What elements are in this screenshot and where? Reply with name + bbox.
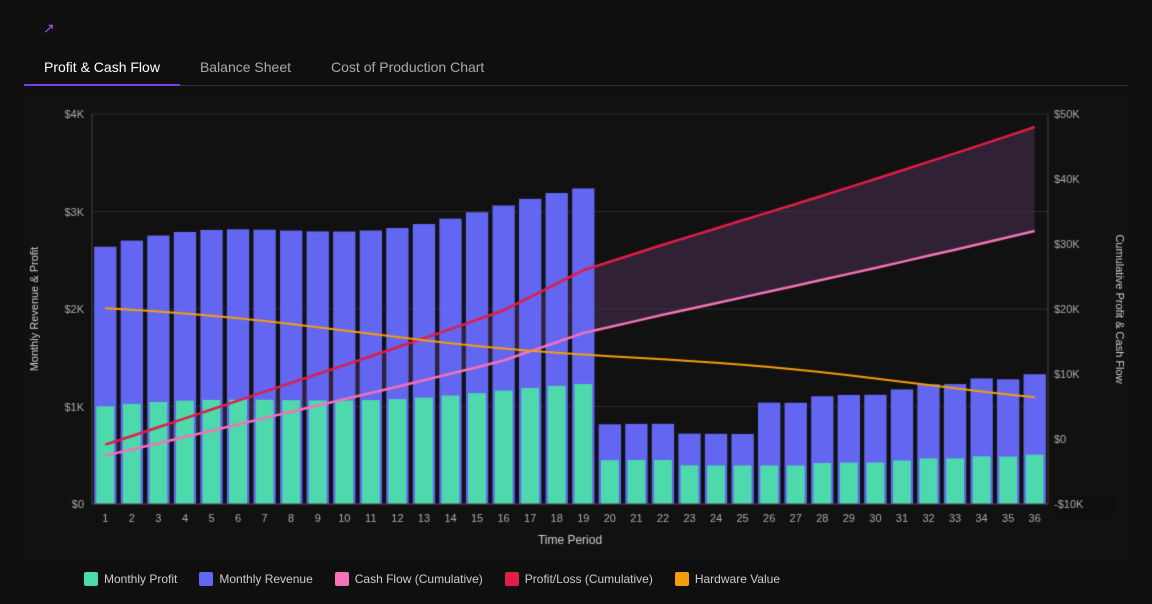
legend-color-monthly-profit bbox=[84, 572, 98, 586]
chart-legend: Monthly Profit Monthly Revenue Cash Flow… bbox=[24, 564, 1128, 594]
share-icon: ↗ bbox=[43, 20, 55, 37]
legend-color-monthly-revenue bbox=[199, 572, 213, 586]
legend-color-cash-flow bbox=[335, 572, 349, 586]
chart-area bbox=[24, 94, 1128, 564]
legend-hardware-value: Hardware Value bbox=[675, 572, 780, 586]
share-button[interactable]: ↗ bbox=[38, 20, 55, 37]
legend-label-profit-loss: Profit/Loss (Cumulative) bbox=[525, 572, 653, 586]
legend-monthly-revenue: Monthly Revenue bbox=[199, 572, 312, 586]
legend-monthly-profit: Monthly Profit bbox=[84, 572, 177, 586]
legend-label-monthly-profit: Monthly Profit bbox=[104, 572, 177, 586]
tab-balance-sheet[interactable]: Balance Sheet bbox=[180, 51, 311, 85]
legend-profit-loss: Profit/Loss (Cumulative) bbox=[505, 572, 653, 586]
page-header: ↗ bbox=[24, 20, 1128, 37]
legend-label-cash-flow: Cash Flow (Cumulative) bbox=[355, 572, 483, 586]
tab-cost-production[interactable]: Cost of Production Chart bbox=[311, 51, 504, 85]
tab-bar: Profit & Cash Flow Balance Sheet Cost of… bbox=[24, 51, 1128, 86]
legend-cash-flow: Cash Flow (Cumulative) bbox=[335, 572, 483, 586]
legend-color-hardware-value bbox=[675, 572, 689, 586]
main-chart bbox=[24, 94, 1128, 564]
tab-profit-cashflow[interactable]: Profit & Cash Flow bbox=[24, 51, 180, 85]
legend-label-hardware-value: Hardware Value bbox=[695, 572, 780, 586]
legend-color-profit-loss bbox=[505, 572, 519, 586]
legend-label-monthly-revenue: Monthly Revenue bbox=[219, 572, 312, 586]
